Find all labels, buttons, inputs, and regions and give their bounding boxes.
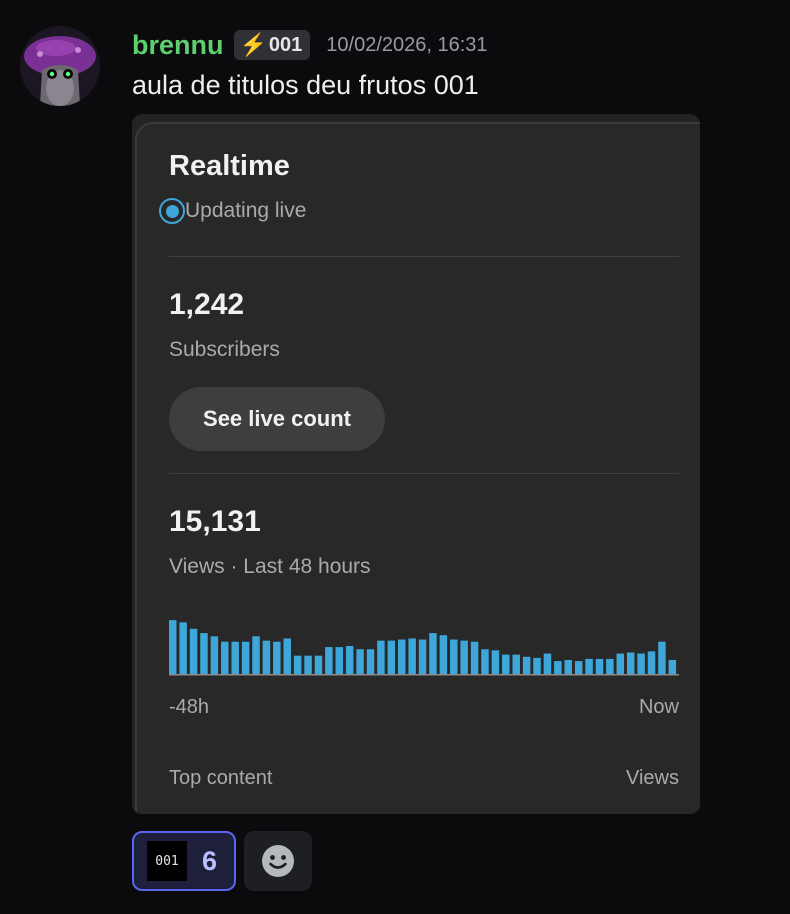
chart-bar [460,640,468,674]
chart-bar [616,653,625,674]
chart-bar [502,654,510,674]
axis-start-label: -48h [169,696,210,718]
chart-bar [356,649,364,674]
reactions-bar: 001 6 [132,831,312,891]
chart-bar [491,650,500,674]
chart-bar [377,640,385,674]
divider [169,256,679,257]
chart-bar [470,641,479,674]
chart-bar [668,660,677,674]
lightning-icon: ⚡ [239,32,267,57]
chart-bar [429,633,437,674]
subscribers-label: Subscribers [169,338,280,361]
chart-bar [314,655,323,674]
chart-bar [574,661,583,674]
chart-bar [169,620,177,674]
chart-bar [585,658,593,674]
chart-bar [408,638,416,674]
chart-bar [210,636,219,674]
timestamp: 10/02/2026, 16:31 [326,33,488,56]
chart-bar [606,658,614,674]
chart-bar [283,638,291,674]
chart-bar [252,636,260,674]
chart-bar [647,651,656,674]
chart-bar [658,641,666,674]
see-live-count-button[interactable]: See live count [169,387,385,451]
chart-bar [241,641,250,674]
chart-bar [366,649,375,674]
chart-bar [637,653,645,674]
chart-bar [522,656,531,674]
chart-bar [564,660,572,674]
card-title: Realtime [169,150,290,182]
chart-bar [221,641,229,674]
chart-bar [200,633,208,674]
chart-bar [345,646,354,674]
chart-bar [533,657,541,674]
add-reaction-button[interactable] [244,831,312,891]
chart-bar [439,635,448,674]
live-dot-icon [159,198,185,224]
server-tag-label: 001 [268,33,303,56]
server-tag[interactable]: ⚡ 001 [233,30,311,60]
reaction-count: 6 [202,845,218,876]
smiley-icon [262,845,294,877]
chart-bar [325,647,333,674]
reaction-001[interactable]: 001 6 [132,831,236,891]
chart-bar [543,653,552,674]
chart-bar [231,641,239,674]
chart-bar [273,641,281,674]
axis-end-label: Now [638,696,679,718]
views-count: 15,131 [169,505,261,538]
chart-baseline [169,674,679,676]
views-label: Views · Last 48 hours [169,555,371,578]
mushroom-avatar-icon [20,26,100,106]
chart-bar [595,658,604,674]
chart-bar [387,640,396,674]
realtime-card: Realtime Updating live 1,242 Subscribers… [135,122,700,814]
chart-bar [512,654,520,674]
chart-bar [189,628,198,674]
divider [169,473,679,474]
chart-bar [262,640,271,674]
image-attachment[interactable]: Realtime Updating live 1,242 Subscribers… [132,114,700,814]
chart-bar [554,661,562,674]
top-content-metric: Views [626,767,679,789]
chart-bar [450,639,458,674]
chart-bar [397,639,406,674]
chart-bar [481,649,489,674]
chart-bar [293,655,302,674]
chart-bar [179,622,187,674]
message-text: aula de titulos deu frutos 001 [132,70,479,100]
chart-bar [418,639,427,674]
message-header: brennu ⚡ 001 10/02/2026, 16:31 [132,28,488,62]
emoji-001: 001 [147,841,187,881]
chart-bar [335,647,344,674]
live-status: Updating live [159,198,306,224]
chart-bar [626,652,635,674]
views-bar-chart [169,620,679,676]
username[interactable]: brennu [132,30,224,61]
chart-bar [304,655,312,674]
live-status-text: Updating live [185,199,307,222]
avatar[interactable] [20,26,100,106]
top-content-label: Top content [169,767,273,789]
subscribers-count: 1,242 [169,288,245,321]
